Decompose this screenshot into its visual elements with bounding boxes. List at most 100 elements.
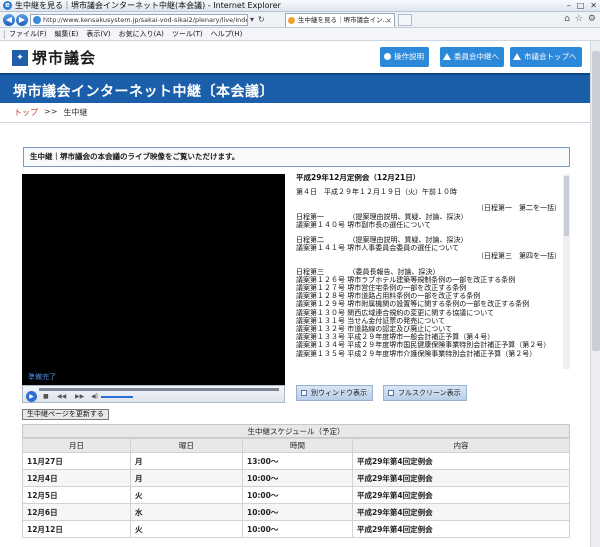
- agenda-date: 第４日 平成２９年１２月１９日（火）午前１０時: [296, 188, 457, 197]
- site-logo[interactable]: ✦ 堺市議会: [12, 47, 96, 68]
- column-date: 月日: [22, 438, 131, 453]
- tab-close-icon[interactable]: ×: [385, 14, 392, 27]
- new-window-button[interactable]: 別ウィンドウ表示: [296, 385, 373, 401]
- cell-weekday: 月: [130, 452, 243, 470]
- maximize-icon[interactable]: □: [577, 1, 585, 10]
- menu-file[interactable]: ファイル(F): [9, 29, 47, 39]
- agenda-line: （日程第一 第二を一括）: [477, 204, 561, 213]
- menu-tools[interactable]: ツール(T): [172, 29, 203, 39]
- favorites-star-icon[interactable]: ☆: [575, 14, 583, 24]
- page-content: ✦ 堺市議会 操作説明 委員会中継へ 市議会トップへ 堺市議会インターネット中継…: [0, 41, 590, 547]
- agenda-block: 日程第二 （提案理由説明、質疑、討論、採決） 議案第１４１号 堺市人事委員会委員…: [296, 236, 561, 261]
- menu-grip: [4, 29, 5, 39]
- page-scroll-thumb[interactable]: [592, 51, 600, 351]
- volume-icon[interactable]: ◀): [91, 393, 98, 400]
- forward-icon[interactable]: ▶: [16, 14, 28, 26]
- menu-help[interactable]: ヘルプ(H): [211, 29, 243, 39]
- cell-content: 平成29年第4回定例会: [352, 520, 570, 538]
- agenda-line: 議案第１３１号 当せん金付証票の発売について: [296, 316, 446, 325]
- volume-slider[interactable]: [101, 396, 133, 398]
- agenda-line: （日程第三 第四を一括）: [477, 252, 561, 261]
- notice-box: 生中継｜堺市議会の本会議のライブ映像をご覧いただけます。: [23, 147, 570, 167]
- search-dropdown-icon[interactable]: ▾: [250, 15, 254, 24]
- agenda-line: 日程第三 （委員長報告、討論、採決）: [296, 267, 440, 276]
- agenda-line: 議案第１２７号 堺市営住宅条例の一部を改正する条例: [296, 284, 467, 293]
- agenda-line: 議案第１４０号 堺市副市長の選任について: [296, 220, 432, 229]
- refresh-live-button[interactable]: 生中継ページを更新する: [22, 409, 109, 420]
- agenda-line: 日程第一 （提案理由説明、質疑、討論、採決）: [296, 212, 468, 221]
- home-icon[interactable]: ⌂: [564, 14, 570, 24]
- back-icon[interactable]: ◀: [3, 14, 15, 26]
- page-scrollbar[interactable]: [590, 41, 600, 547]
- site-name: 堺市議会: [32, 49, 97, 67]
- divider: [0, 122, 590, 123]
- menu-view[interactable]: 表示(V): [86, 29, 110, 39]
- manual-button-label: 操作説明: [394, 52, 424, 61]
- gear-icon[interactable]: ⚙: [588, 14, 596, 24]
- menu-bar: ファイル(F) 編集(E) 表示(V) お気に入り(A) ツール(T) ヘルプ(…: [0, 28, 600, 41]
- fullscreen-button[interactable]: フルスクリーン表示: [383, 385, 467, 401]
- video-player[interactable]: 準備完了: [22, 174, 285, 385]
- agenda-scrollbar[interactable]: [563, 174, 570, 369]
- play-icon[interactable]: ▶: [26, 391, 37, 402]
- arrow-up-icon: [513, 53, 521, 60]
- seek-bar[interactable]: [39, 388, 279, 391]
- new-tab-button[interactable]: [398, 14, 412, 26]
- cell-weekday: 水: [130, 503, 243, 521]
- site-header: ✦ 堺市議会 操作説明 委員会中継へ 市議会トップへ: [0, 41, 590, 71]
- close-icon[interactable]: ✕: [590, 1, 597, 10]
- cell-time: 13:00～: [242, 452, 353, 470]
- cell-time: 10:00～: [242, 469, 353, 487]
- menu-edit[interactable]: 編集(E): [55, 29, 79, 39]
- agenda-line: 議案第１３５号 平成２９年度堺市介護保険事業特別会計補正予算（第２号）: [296, 349, 537, 358]
- manual-button[interactable]: 操作説明: [380, 47, 429, 67]
- cell-content: 平成29年第4回定例会: [352, 452, 570, 470]
- tab-title: 生中継を見る｜堺市議会イン…: [298, 16, 389, 24]
- schedule-section: 生中継スケジュール（予定） 月日 曜日 時間 内容 11月27日 月 13:00…: [22, 424, 570, 538]
- table-row: 12月6日 水 10:00～ 平成29年第4回定例会: [22, 503, 570, 521]
- committee-button[interactable]: 委員会中継へ: [440, 47, 504, 67]
- window-controls: – □ ✕: [567, 1, 597, 10]
- column-content: 内容: [352, 438, 570, 453]
- cell-date: 12月5日: [22, 486, 131, 504]
- refresh-icon[interactable]: ↻: [258, 15, 265, 24]
- cell-date: 12月12日: [22, 520, 131, 538]
- address-tools: ▾ ↻: [250, 15, 265, 24]
- url-text: http://www.kensakusystem.jp/sakai-vod-si…: [43, 16, 248, 24]
- cell-content: 平成29年第4回定例会: [352, 469, 570, 487]
- cell-time: 10:00～: [242, 486, 353, 504]
- cell-content: 平成29年第4回定例会: [352, 503, 570, 521]
- player-controls: ▶ ■ ◀◀ ▶▶ ◀): [22, 385, 285, 403]
- table-row: 12月5日 火 10:00～ 平成29年第4回定例会: [22, 486, 570, 504]
- menu-favorites[interactable]: お気に入り(A): [119, 29, 164, 39]
- cell-time: 10:00～: [242, 503, 353, 521]
- agenda-line: 議案第１２９号 堺市附属機関の設置等に関する条例の一部を改正する条例: [296, 300, 530, 309]
- cell-time: 10:00～: [242, 520, 353, 538]
- breadcrumb-separator: >>: [44, 107, 58, 116]
- agenda-line: 日程第二 （提案理由説明、質疑、討論、採決）: [296, 236, 468, 245]
- agenda-panel: 平成29年12月定例会（12月21日） 第４日 平成２９年１２月１９日（火）午前…: [296, 174, 561, 369]
- breadcrumb-home[interactable]: トップ: [14, 107, 38, 118]
- url-input[interactable]: http://www.kensakusystem.jp/sakai-vod-si…: [30, 14, 248, 26]
- cell-date: 11月27日: [22, 452, 131, 470]
- agenda-scroll-thumb[interactable]: [564, 176, 569, 236]
- previous-icon[interactable]: ◀◀: [57, 393, 66, 400]
- ie-logo-icon: e: [3, 1, 12, 10]
- schedule-table: 月日 曜日 時間 内容 11月27日 月 13:00～ 平成29年第4回定例会 …: [22, 438, 570, 538]
- next-icon[interactable]: ▶▶: [75, 393, 84, 400]
- council-top-button[interactable]: 市議会トップへ: [510, 47, 582, 67]
- breadcrumb: トップ >> 生中継: [14, 107, 87, 118]
- cell-date: 12月4日: [22, 469, 131, 487]
- committee-button-label: 委員会中継へ: [454, 52, 499, 61]
- minimize-icon[interactable]: –: [567, 1, 571, 10]
- cell-weekday: 火: [130, 520, 243, 538]
- info-icon: [384, 53, 391, 60]
- browser-tab[interactable]: 生中継を見る｜堺市議会イン… ×: [285, 13, 395, 27]
- fullscreen-icon: [388, 390, 394, 396]
- table-row: 12月12日 火 10:00～ 平成29年第4回定例会: [22, 520, 570, 538]
- table-row: 12月4日 月 10:00～ 平成29年第4回定例会: [22, 469, 570, 487]
- agenda-line: 議案第１３０号 関西広域連合規約の変更に関する協議について: [296, 308, 495, 317]
- cell-weekday: 火: [130, 486, 243, 504]
- stop-icon[interactable]: ■: [43, 393, 49, 400]
- agenda-block: （日程第一 第二を一括） 日程第一 （提案理由説明、質疑、討論、採決） 議案第１…: [296, 204, 561, 229]
